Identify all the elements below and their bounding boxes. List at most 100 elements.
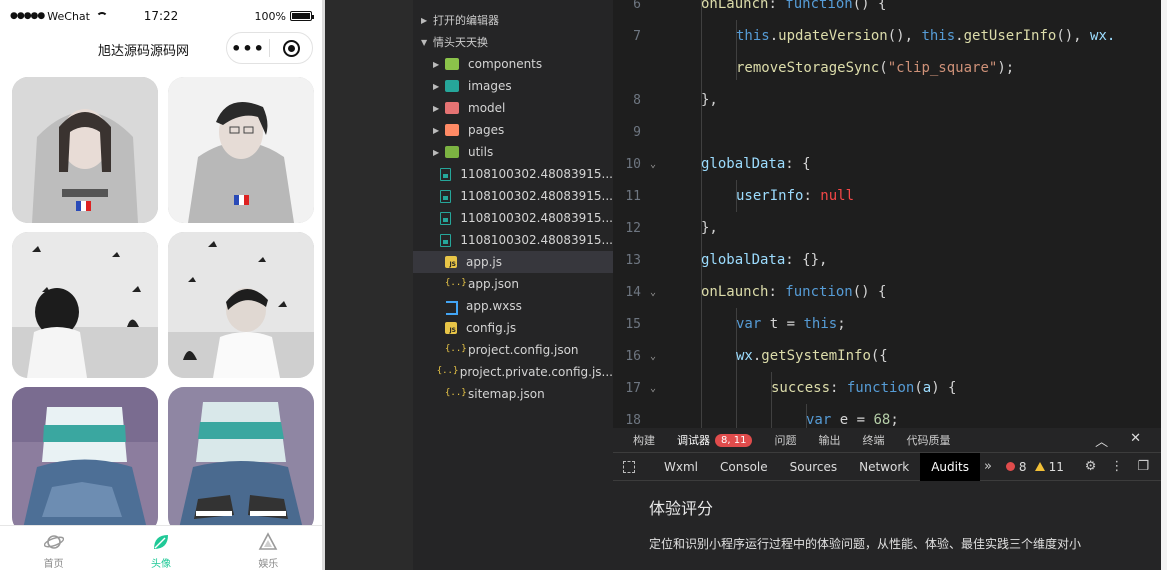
folder-icon (445, 146, 459, 158)
avatar-image[interactable] (12, 232, 158, 378)
settings-gear-icon[interactable]: ⚙ (1085, 459, 1097, 474)
more-vertical-icon[interactable]: ⋮ (1110, 459, 1123, 474)
tree-file-image[interactable]: 1108100302.48083915... (413, 229, 613, 251)
code-text: userInfo: null (736, 188, 855, 204)
avatar-image[interactable] (168, 387, 314, 533)
error-badge: 8, 11 (715, 433, 753, 447)
fold-chevron-icon[interactable]: ⌄ (641, 287, 665, 298)
more-button[interactable]: ••• (227, 39, 269, 58)
code-token: this (736, 28, 770, 44)
avatar-image[interactable] (12, 387, 158, 533)
avatar-image[interactable] (168, 77, 314, 223)
close-icon[interactable]: ✕ (1130, 431, 1141, 450)
code-token: onLaunch (701, 284, 769, 300)
status-bar: ●●●●● WeChat 17:22 100% (0, 0, 322, 32)
more-tabs-icon[interactable]: » (984, 459, 992, 474)
devtools-tab-audits[interactable]: Audits (920, 452, 980, 481)
tab-avatar[interactable]: 头像 (107, 526, 214, 570)
devtools-actions: ⚙ ⋮ ❐ (1085, 459, 1149, 474)
avatar-boy-wall-image (168, 232, 314, 378)
tab-label: 头像 (150, 559, 171, 570)
code-line: 11 userInfo: null (613, 180, 1161, 212)
avatar-boy-hoodie-image (168, 77, 314, 223)
css-file-icon (445, 300, 458, 315)
code-text: }, (701, 220, 718, 236)
code-line: 13 globalData: {}, (613, 244, 1161, 276)
caret-right-icon: ▶ (433, 59, 440, 69)
tab-problems[interactable]: 问题 (774, 432, 796, 448)
code-text: onLaunch: function() { (701, 0, 886, 12)
tab-label: 调试器 (677, 434, 710, 447)
folder-icon (445, 124, 459, 136)
fold-chevron-icon[interactable]: ⌄ (641, 159, 665, 170)
code-token: getSystemInfo (761, 348, 871, 364)
code-line: 18 var e = 68; (613, 404, 1161, 428)
devtools-tab-wxml[interactable]: Wxml (653, 453, 709, 481)
tree-file-image[interactable]: 1108100302.48083915... (413, 207, 613, 229)
tree-folder-utils[interactable]: ▶ utils (413, 141, 613, 163)
tree-file-app-wxss[interactable]: app.wxss (413, 295, 613, 317)
avatar-image[interactable] (12, 77, 158, 223)
open-editors-section[interactable]: ▶ 打开的编辑器 (413, 9, 613, 31)
code-editor[interactable]: 6 onLaunch: function() { 7 this.updateVe… (613, 0, 1161, 428)
tree-label: images (468, 79, 512, 93)
fold-chevron-icon[interactable]: ⌄ (641, 351, 665, 362)
code-line: 6 onLaunch: function() { (613, 0, 1161, 20)
line-number: 9 (633, 124, 641, 140)
image-file-icon (440, 167, 452, 181)
inspect-element-icon[interactable] (623, 460, 635, 473)
tree-file-config-js[interactable]: JS config.js (413, 317, 613, 339)
tree-label: project.private.config.js... (459, 365, 613, 379)
tree-label: pages (468, 123, 505, 137)
tab-output[interactable]: 输出 (818, 432, 840, 448)
dock-window-icon[interactable]: ❐ (1137, 459, 1149, 474)
tree-folder-model[interactable]: ▶ model (413, 97, 613, 119)
caret-right-icon: ▶ (421, 15, 428, 25)
tree-file-image[interactable]: 1108100302.48083915... (413, 185, 613, 207)
tab-code-quality[interactable]: 代码质量 (906, 432, 950, 448)
tab-home[interactable]: 首页 (0, 526, 107, 570)
collapse-panel-icon[interactable]: ︿ (1095, 431, 1108, 450)
tree-folder-components[interactable]: ▶ components (413, 53, 613, 75)
tree-file-app-js[interactable]: JS app.js (413, 251, 613, 273)
code-token: globalData (701, 156, 786, 172)
image-file-icon (440, 233, 452, 247)
warning-count: 11 (1048, 459, 1064, 474)
tree-file-app-json[interactable]: {..} app.json (413, 273, 613, 295)
line-number: 15 (625, 316, 641, 332)
tree-file-sitemap[interactable]: {..} sitemap.json (413, 383, 613, 405)
close-miniprogram-button[interactable] (270, 39, 312, 57)
tab-entertainment[interactable]: 娱乐 (215, 526, 322, 570)
code-text: var t = this; (736, 316, 846, 332)
tab-terminal[interactable]: 终端 (862, 432, 884, 448)
tree-file-project-config[interactable]: {..} project.config.json (413, 339, 613, 361)
image-file-icon (440, 211, 452, 225)
code-token: t (769, 316, 779, 332)
avatar-girl-sitting-image (12, 387, 158, 533)
json-file-icon: {..} (445, 278, 467, 288)
devtools-tab-console[interactable]: Console (709, 453, 779, 481)
tree-folder-images[interactable]: ▶ images (413, 75, 613, 97)
devtools-tab-sources[interactable]: Sources (779, 453, 848, 481)
line-number: 17 (625, 380, 641, 396)
code-text: removeStorageSync("clip_square"); (736, 60, 1015, 76)
issue-counts[interactable]: 8 11 (1005, 459, 1064, 474)
avatar-grid (12, 77, 315, 533)
devtools-tab-network[interactable]: Network (848, 453, 920, 481)
tab-build[interactable]: 构建 (633, 432, 655, 448)
fold-chevron-icon[interactable]: ⌄ (641, 383, 665, 394)
code-line: 17 ⌄ success: function(a) { (613, 372, 1161, 404)
tree-file-image[interactable]: 1108100302.48083915... (413, 163, 613, 185)
project-section[interactable]: ▼ 情头天天换 (413, 31, 613, 53)
line-number: 14 (625, 284, 641, 300)
tab-debugger[interactable]: 调试器 8, 11 (677, 432, 753, 448)
code-text: globalData: {}, (701, 252, 828, 268)
code-token: success (771, 380, 831, 396)
page-title: 旭达源码源码网 (98, 43, 190, 59)
tree-file-project-private-config[interactable]: {..} project.private.config.js... (413, 361, 613, 383)
tree-folder-pages[interactable]: ▶ pages (413, 119, 613, 141)
code-token: wx. (1090, 28, 1116, 44)
avatar-boy-sitting-image (168, 387, 314, 533)
avatar-image[interactable] (168, 232, 314, 378)
code-token: function (785, 284, 853, 300)
